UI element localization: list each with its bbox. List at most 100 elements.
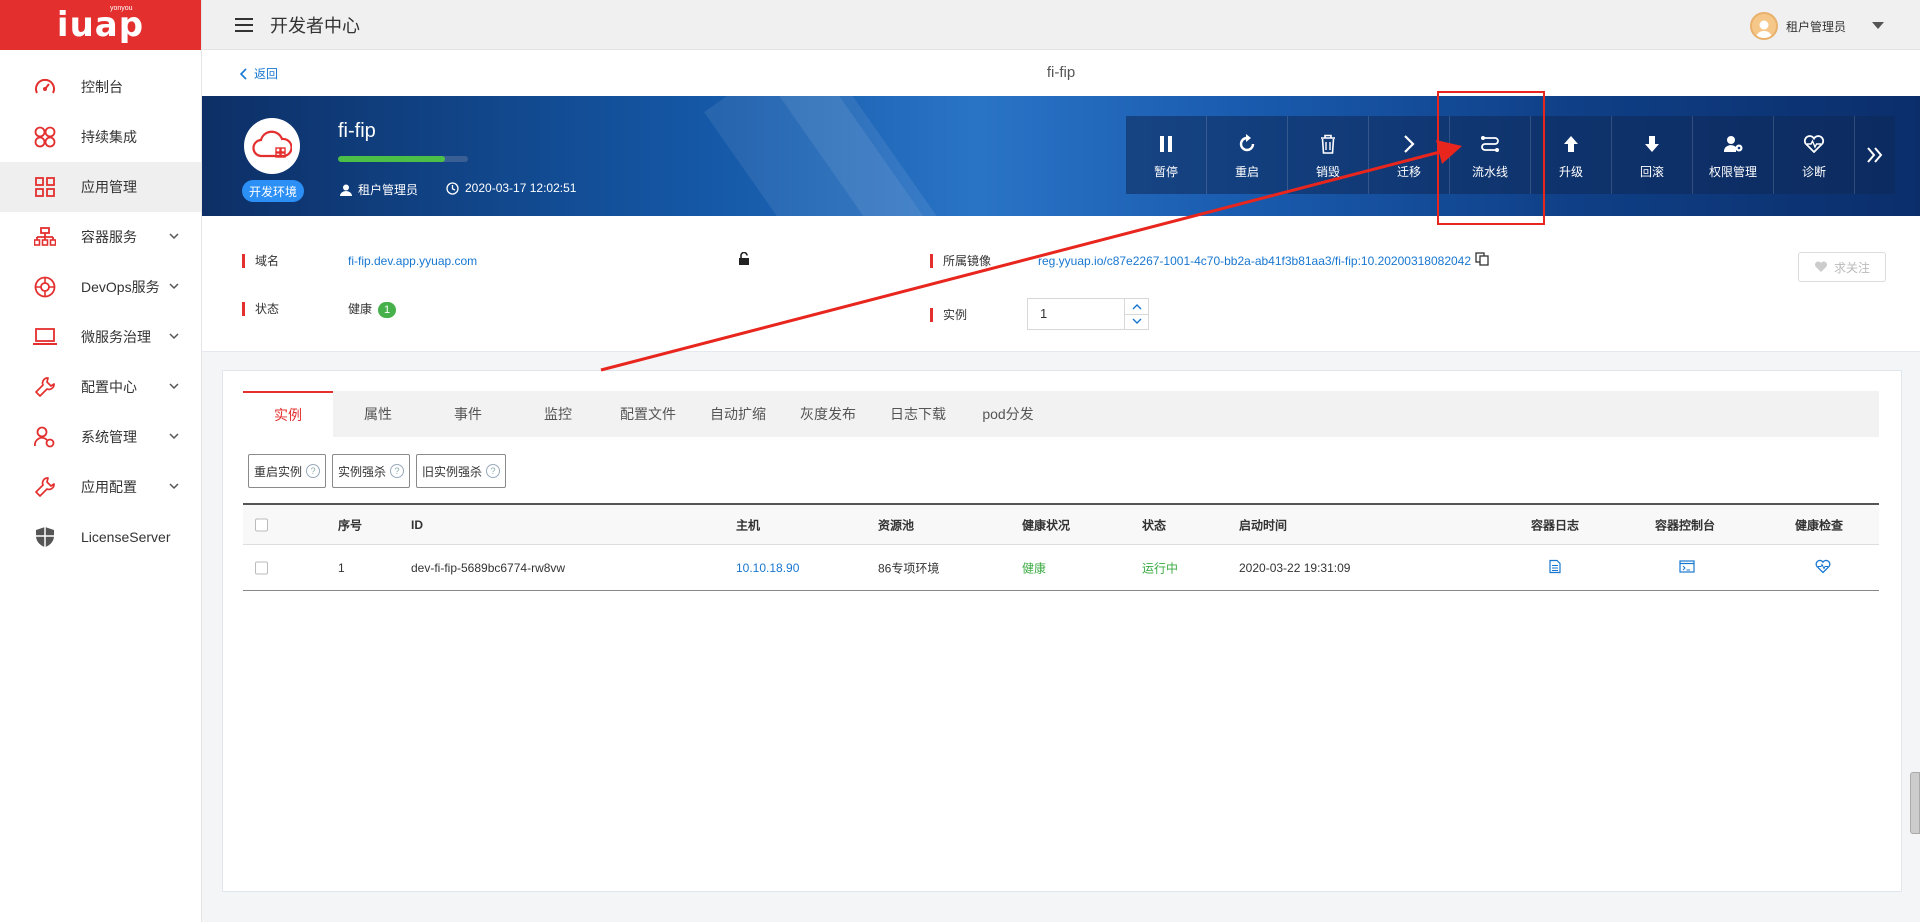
domain-link[interactable]: fi-fip.dev.app.yyuap.com (348, 254, 477, 268)
help-icon[interactable]: ? (486, 464, 501, 478)
more-actions-button[interactable] (1855, 116, 1895, 194)
cloud-app-icon (252, 130, 292, 158)
health-check-icon[interactable] (1815, 559, 1831, 576)
sidebar-item-config-center[interactable]: 配置中心 (0, 362, 201, 412)
destroy-button[interactable]: 销毁 (1288, 116, 1369, 194)
column-header: 容器日志 (1531, 518, 1580, 532)
sidebar-item-dashboard[interactable]: 控制台 (0, 62, 201, 112)
sidebar-item-label: 控制台 (81, 79, 123, 95)
sidebar-item-microservice[interactable]: 微服务治理 (0, 312, 201, 362)
unlock-icon[interactable] (738, 252, 752, 266)
logo[interactable]: iuap yonyou (0, 0, 201, 50)
owner-name: 租户管理员 (358, 183, 419, 197)
status-label: 状态 (242, 302, 279, 316)
help-icon[interactable]: ? (306, 464, 321, 478)
health-bar-fill (338, 156, 445, 162)
restart-instance-button[interactable]: 重启实例? (248, 454, 327, 488)
force-kill-instance-button[interactable]: 实例强杀? (332, 454, 411, 488)
table-row: 1 dev-fi-fip-5689bc6774-rw8vw 10.10.18.9… (243, 545, 1879, 591)
select-all-checkbox[interactable] (255, 518, 268, 531)
chevron-down-icon (169, 383, 179, 390)
follow-button[interactable]: 求关注 (1798, 252, 1886, 282)
increment-button[interactable] (1125, 299, 1148, 315)
decrement-button[interactable] (1125, 315, 1148, 330)
image-link[interactable]: reg.yyuap.io/c87e2267-1001-4c70-bb2a-ab4… (1038, 254, 1471, 268)
heart-icon (1814, 261, 1827, 272)
wrench-icon (33, 475, 57, 499)
annotation-highlight-box (1437, 91, 1545, 225)
tab-log-download[interactable]: 日志下载 (873, 391, 963, 437)
app-logo (244, 118, 300, 174)
help-icon[interactable]: ? (390, 464, 405, 478)
tab-instances[interactable]: 实例 (243, 391, 333, 437)
sidebar-item-app-management[interactable]: 应用管理 (0, 162, 201, 212)
created-time: 2020-03-17 12:02:51 (465, 181, 577, 195)
column-header: 状态 (1142, 518, 1167, 532)
table-header: 序号 ID 主机 资源池 健康状况 状态 启动时间 容器日志 容器控制台 健康检… (243, 503, 1879, 545)
tab-canary-release[interactable]: 灰度发布 (783, 391, 873, 437)
sidebar-item-label: 应用管理 (81, 179, 137, 195)
instance-stepper[interactable]: 1 (1027, 298, 1149, 330)
app-created-time: 2020-03-17 12:02:51 (446, 181, 576, 195)
rollback-button[interactable]: 回滚 (1612, 116, 1693, 194)
container-log-icon[interactable] (1549, 559, 1561, 576)
permission-button[interactable]: 权限管理 (1693, 116, 1774, 194)
sidebar-item-devops[interactable]: DevOps服务 (0, 262, 201, 312)
toolbar-label: 销毁 (1315, 164, 1340, 179)
app-banner: 开发环境 fi-fip 租户管理员 2020-03-17 12:02:51 暂停… (202, 96, 1920, 216)
sidebar-item-system-management[interactable]: 系统管理 (0, 412, 201, 462)
column-header: 健康检查 (1795, 518, 1844, 532)
chevron-up-icon (1132, 303, 1141, 310)
tab-config-files[interactable]: 配置文件 (603, 391, 693, 437)
heart-pulse-icon (1803, 131, 1825, 157)
sidebar-item-label: 应用配置 (81, 479, 137, 495)
instance-count-input[interactable]: 1 (1028, 299, 1124, 329)
dashboard-icon (33, 75, 57, 99)
app-info-panel: 域名 fi-fip.dev.app.yyuap.com 所属镜像 reg.yyu… (202, 216, 1920, 352)
tab-monitoring[interactable]: 监控 (513, 391, 603, 437)
menu-icon[interactable] (234, 17, 254, 33)
user-menu[interactable]: 租户管理员 (1749, 12, 1884, 40)
sidebar-item-app-config[interactable]: 应用配置 (0, 462, 201, 512)
topbar-title: 开发者中心 (270, 15, 360, 36)
copy-icon[interactable] (1475, 252, 1489, 266)
rollback-icon (1644, 131, 1660, 157)
row-checkbox[interactable] (255, 561, 268, 574)
sidebar-item-container-service[interactable]: 容器服务 (0, 212, 201, 262)
instance-card: 实例 属性 事件 监控 配置文件 自动扩缩 灰度发布 日志下载 pod分发 重启… (222, 370, 1902, 892)
app-owner: 租户管理员 (340, 181, 418, 198)
column-header: 资源池 (878, 518, 915, 532)
toolbar-label: 回滚 (1639, 164, 1664, 179)
row-host-link[interactable]: 10.10.18.90 (736, 561, 799, 575)
upgrade-icon (1563, 131, 1579, 157)
row-pool: 86专项环境 (878, 561, 940, 575)
pause-button[interactable]: 暂停 (1126, 116, 1207, 194)
chevron-down-icon (1132, 318, 1141, 325)
restart-button[interactable]: 重启 (1207, 116, 1288, 194)
terminal-icon[interactable] (1679, 559, 1695, 576)
sidebar-item-ci[interactable]: 持续集成 (0, 112, 201, 162)
row-state: 运行中 (1142, 561, 1179, 575)
tab-events[interactable]: 事件 (423, 391, 513, 437)
sidebar-item-label: LicenseServer (81, 529, 171, 545)
column-header: 主机 (736, 518, 761, 532)
tab-bar: 实例 属性 事件 监控 配置文件 自动扩缩 灰度发布 日志下载 pod分发 (243, 391, 1879, 437)
caret-down-icon[interactable] (1872, 22, 1884, 30)
diagnose-button[interactable]: 诊断 (1774, 116, 1855, 194)
action-label: 实例强杀 (338, 464, 387, 479)
column-header: 序号 (338, 518, 363, 532)
integration-icon (33, 125, 57, 149)
force-kill-old-instance-button[interactable]: 旧实例强杀? (416, 454, 507, 488)
tab-properties[interactable]: 属性 (333, 391, 423, 437)
toolbar-label: 重启 (1234, 164, 1259, 179)
health-bar (338, 156, 468, 162)
sidebar-nav: 控制台 持续集成 应用管理 容器服务 DevOps服务 微服务治理 配置中心 系… (0, 50, 201, 562)
user-gear-icon (33, 425, 57, 449)
action-label: 重启实例 (254, 464, 303, 479)
tab-autoscaling[interactable]: 自动扩缩 (693, 391, 783, 437)
scrollbar-handle[interactable] (1910, 772, 1920, 834)
wrench-icon (33, 375, 57, 399)
sidebar-item-license-server[interactable]: LicenseServer (0, 512, 201, 562)
logo-subtext: yonyou (110, 5, 133, 12)
tab-pod-distribution[interactable]: pod分发 (963, 391, 1053, 437)
